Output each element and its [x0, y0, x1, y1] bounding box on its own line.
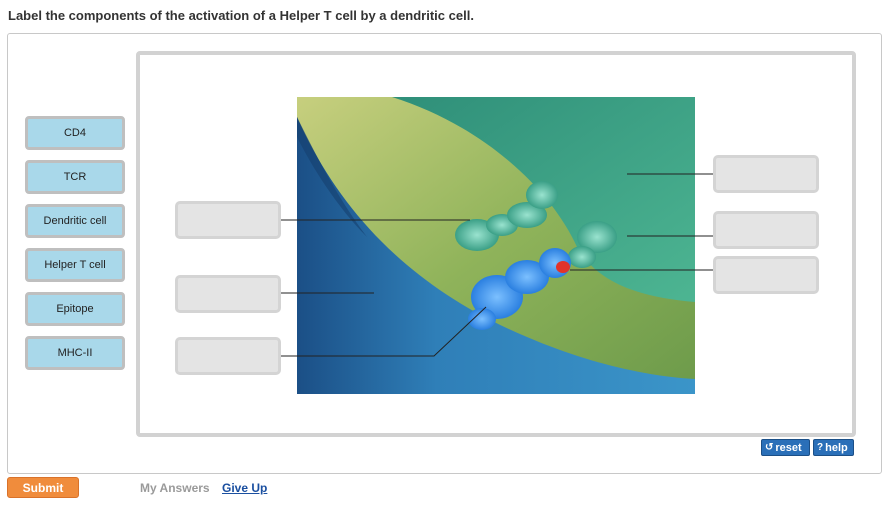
question-text: Label the components of the activation o… — [8, 8, 474, 23]
submit-button[interactable]: Submit — [7, 477, 79, 498]
drop-target-left-2[interactable] — [175, 275, 281, 313]
drop-target-left-1[interactable] — [175, 201, 281, 239]
label-chip-helper-t-cell[interactable]: Helper T cell — [25, 248, 125, 282]
cell-illustration — [297, 97, 695, 394]
reset-arrow-icon: ↺ — [765, 442, 774, 453]
label-chip-cd4[interactable]: CD4 — [25, 116, 125, 150]
reset-label: reset — [775, 441, 802, 454]
question-mark-icon: ? — [817, 442, 824, 453]
drop-target-left-3[interactable] — [175, 337, 281, 375]
reset-button[interactable]: ↺ reset — [761, 439, 810, 456]
my-answers-link: My Answers — [140, 481, 210, 495]
label-chip-dendritic-cell[interactable]: Dendritic cell — [25, 204, 125, 238]
drop-target-right-2[interactable] — [713, 211, 819, 249]
help-label: help — [825, 441, 848, 454]
drop-target-right-1[interactable] — [713, 155, 819, 193]
label-chip-mhc-ii[interactable]: MHC-II — [25, 336, 125, 370]
give-up-link[interactable]: Give Up — [222, 481, 267, 495]
label-chip-tcr[interactable]: TCR — [25, 160, 125, 194]
help-button[interactable]: ? help — [813, 439, 854, 456]
drop-target-right-3[interactable] — [713, 256, 819, 294]
cell-illustration-graphic — [297, 97, 695, 394]
label-chip-epitope[interactable]: Epitope — [25, 292, 125, 326]
